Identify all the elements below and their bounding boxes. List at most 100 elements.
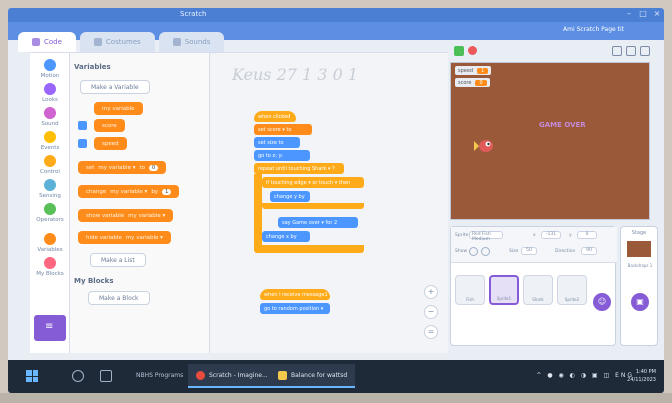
sprite-label: Sprite xyxy=(455,233,469,238)
score-checkbox[interactable] xyxy=(78,121,87,130)
show-hidden-icon[interactable] xyxy=(481,247,490,256)
block-change-y[interactable]: change y by xyxy=(270,191,310,202)
block-label: score xyxy=(102,122,117,129)
zoom-out-icon[interactable]: − xyxy=(424,305,438,319)
small-stage-icon[interactable] xyxy=(612,46,622,56)
block-set-score[interactable]: set score ▾ to xyxy=(254,124,312,135)
close-icon[interactable]: × xyxy=(652,9,662,19)
maximize-icon[interactable]: □ xyxy=(638,9,648,19)
category-motion[interactable]: Motion xyxy=(30,59,70,79)
tab-code[interactable]: Code xyxy=(18,32,76,52)
repeat-c-arm xyxy=(254,174,262,246)
stop-icon[interactable] xyxy=(468,46,477,55)
fish-sprite[interactable] xyxy=(473,135,495,157)
taskbar-search-text[interactable]: NBHS Programs xyxy=(136,372,183,379)
speed-monitor: speed 1 xyxy=(455,66,492,75)
block-set-variable[interactable]: set my variable ▾ to 0 xyxy=(78,161,167,174)
x-label: x xyxy=(533,233,536,238)
stage-selector[interactable]: Stage Backdrops 1 ▣ xyxy=(620,226,658,346)
block-say-game-over[interactable]: say Game over ▾ for 2 xyxy=(278,217,358,228)
block-repeat-until[interactable]: repeat until touching Shark ▾ ? xyxy=(254,163,344,174)
category-variables[interactable]: Variables xyxy=(30,233,70,253)
block-if-touching-edge[interactable]: if touching edge ▾ or touch ▾ then xyxy=(262,177,364,188)
taskbar-clock[interactable]: 1:40 PM 24/11/2023 xyxy=(627,368,656,384)
block-value[interactable]: 0 xyxy=(149,164,159,171)
account-label[interactable]: Ami Scratch Page tit xyxy=(563,26,624,33)
large-stage-icon[interactable] xyxy=(626,46,636,56)
windows-taskbar: NBHS Programs Scratch - Imagine... Balan… xyxy=(8,360,664,393)
category-control[interactable]: Control xyxy=(30,155,70,175)
sprite-name-input[interactable]: Red Fish Medium xyxy=(469,231,503,242)
taskbar-balance[interactable]: Balance for wattsd xyxy=(270,364,356,388)
sprite-thumb-sprite2[interactable]: Sprite2 xyxy=(557,275,587,305)
chrome-icon xyxy=(196,370,205,380)
make-variable-button[interactable]: Make a Variable xyxy=(80,80,150,94)
screen: Scratch – □ × Ami Scratch Page tit Code … xyxy=(8,8,664,393)
size-input[interactable]: 50 xyxy=(521,247,537,255)
category-events[interactable]: Events xyxy=(30,131,70,151)
windows-start-icon[interactable] xyxy=(26,370,38,382)
y-label: y xyxy=(569,233,572,238)
category-label: Variables xyxy=(37,247,63,253)
script-area[interactable]: Keus 27 1 3 0 1 when clicked set score ▾… xyxy=(210,53,448,353)
category-sensing[interactable]: Sensing xyxy=(30,179,70,199)
block-dropdown[interactable]: my variable ▾ xyxy=(128,213,165,219)
sprite-thumb-shark[interactable]: Shark xyxy=(523,275,553,305)
block-change-x[interactable]: change x by xyxy=(262,231,310,242)
zoom-reset-icon[interactable]: = xyxy=(424,325,438,339)
category-label: Control xyxy=(40,169,60,175)
category-label: Sensing xyxy=(39,193,61,199)
category-operators[interactable]: Operators xyxy=(30,203,70,223)
system-tray[interactable]: ^ ● ◉ ◐ ◑ ▣ ◫ ENG xyxy=(536,372,634,379)
add-backdrop-icon[interactable]: ▣ xyxy=(631,293,649,311)
block-when-i-receive[interactable]: when I receive message1 ▾ xyxy=(260,289,332,300)
make-block-button[interactable]: Make a Block xyxy=(88,291,150,305)
block-show-variable[interactable]: show variable my variable ▾ xyxy=(78,209,174,222)
show-visible-icon[interactable] xyxy=(469,247,478,256)
add-extension-button[interactable]: ≡ xyxy=(34,315,66,341)
speed-checkbox[interactable] xyxy=(78,139,87,148)
category-my-blocks[interactable]: My Blocks xyxy=(30,257,70,277)
block-dropdown[interactable]: my variable ▾ xyxy=(110,189,147,195)
block-set-size[interactable]: set size to xyxy=(254,137,300,148)
control-dot-icon xyxy=(44,155,56,167)
task-view-icon[interactable] xyxy=(100,370,112,382)
category-looks[interactable]: Looks xyxy=(30,83,70,103)
add-sprite-icon[interactable]: ☺ xyxy=(593,293,611,311)
fullscreen-icon[interactable] xyxy=(640,46,650,56)
block-dropdown[interactable]: my variable ▾ xyxy=(126,235,163,241)
tab-sounds[interactable]: Sounds xyxy=(158,32,225,52)
my-blocks-heading: My Blocks xyxy=(74,277,114,285)
block-var-score[interactable]: score xyxy=(94,119,125,132)
x-input[interactable]: -131 xyxy=(541,231,561,239)
block-dropdown[interactable]: my variable ▾ xyxy=(98,165,135,171)
sprite-thumb-sprite1[interactable]: Sprite1 xyxy=(489,275,519,305)
sprite-thumb-fish[interactable]: Fish xyxy=(455,275,485,305)
category-sound[interactable]: Sound xyxy=(30,107,70,127)
direction-input[interactable]: 90 xyxy=(581,247,597,255)
make-list-button[interactable]: Make a List xyxy=(90,253,146,267)
sprite-thumb-label: Fish xyxy=(466,297,474,302)
block-var-my-variable[interactable]: my variable xyxy=(94,102,143,115)
block-go-to-random[interactable]: go to random position ▾ xyxy=(260,303,330,314)
stage-canvas[interactable]: speed 1 score 0 GAME OVER xyxy=(450,62,650,220)
green-flag-icon[interactable] xyxy=(454,46,464,56)
direction-label: Direction xyxy=(555,249,576,254)
code-icon xyxy=(32,38,40,46)
block-value[interactable]: 1 xyxy=(162,188,172,195)
block-var-speed[interactable]: speed xyxy=(94,137,127,150)
tab-costumes[interactable]: Costumes xyxy=(79,32,155,52)
block-when-flag-clicked[interactable]: when clicked xyxy=(254,111,296,122)
minimize-icon[interactable]: – xyxy=(624,9,634,19)
variables-heading: Variables xyxy=(74,63,111,71)
search-icon[interactable] xyxy=(72,370,84,382)
block-hide-variable[interactable]: hide variable my variable ▾ xyxy=(78,231,171,244)
zoom-in-icon[interactable]: + xyxy=(424,285,438,299)
block-change-variable[interactable]: change my variable ▾ by 1 xyxy=(78,185,180,198)
block-label: by xyxy=(151,188,159,195)
block-go-to-xy[interactable]: go to x: y: xyxy=(254,150,310,161)
backdrop-thumbnail[interactable] xyxy=(627,241,651,257)
y-input[interactable]: 0 xyxy=(577,231,597,239)
clock-time: 1:40 PM xyxy=(635,369,656,375)
taskbar-chrome-scratch[interactable]: Scratch - Imagine... xyxy=(188,364,276,388)
